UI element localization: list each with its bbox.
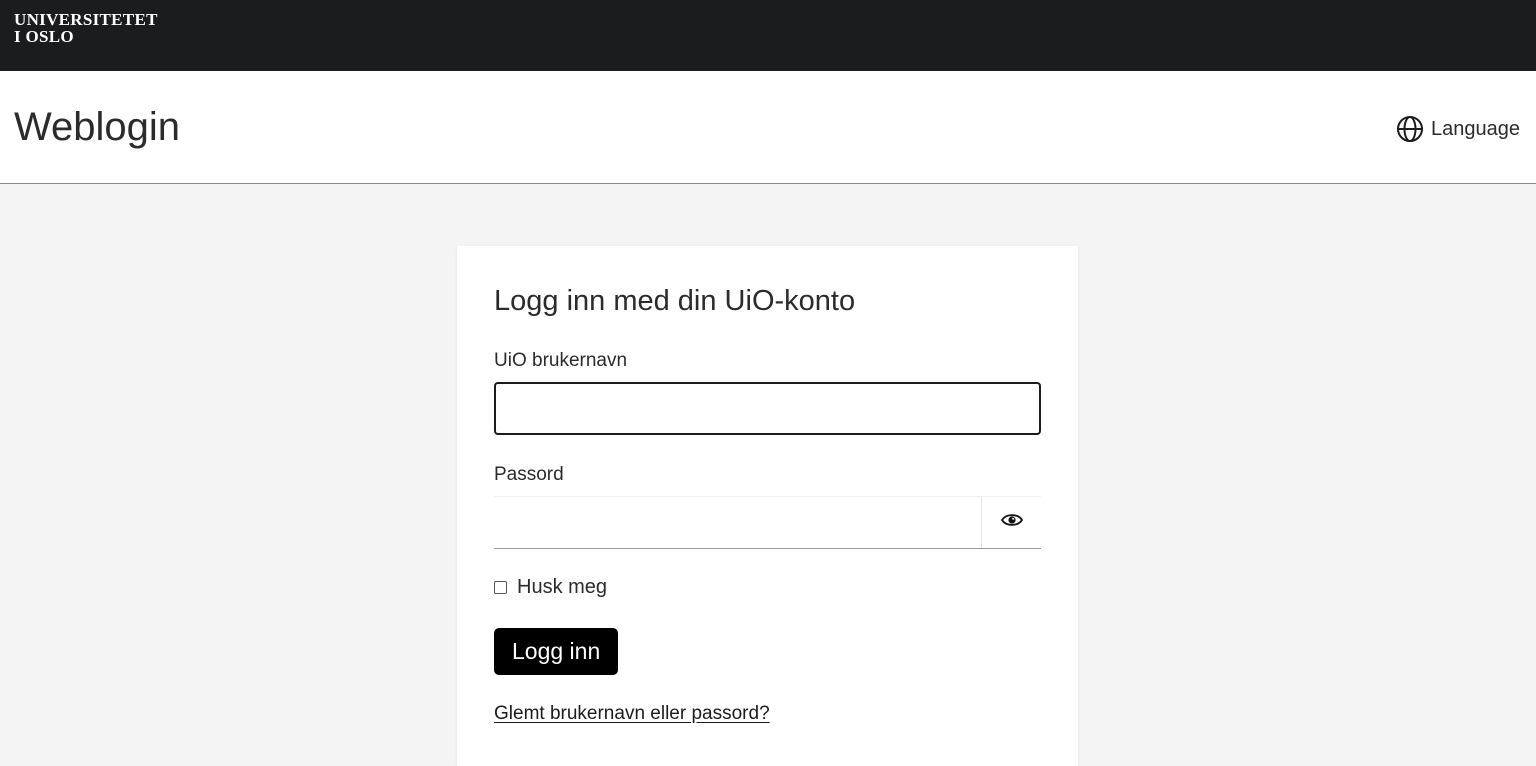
login-heading: Logg inn med din UiO-konto: [494, 285, 856, 317]
page-header: Weblogin Language: [0, 71, 1536, 184]
university-logo[interactable]: UNIVERSITETET I OSLO: [14, 11, 158, 45]
show-password-button[interactable]: [981, 497, 1041, 548]
remember-checkbox[interactable]: [494, 581, 507, 594]
logo-line-2: I OSLO: [14, 27, 74, 46]
globe-icon: [1396, 115, 1424, 143]
forgot-credentials-link[interactable]: Glemt brukernavn eller passord?: [494, 703, 770, 725]
login-button[interactable]: Logg inn: [494, 628, 619, 675]
login-card: Logg inn med din UiO-konto UiO brukernav…: [457, 246, 1078, 766]
password-field: [494, 496, 1041, 549]
username-input[interactable]: [494, 382, 1041, 435]
logo-line-1: UNIVERSITETET: [14, 10, 158, 29]
top-bar: UNIVERSITETET I OSLO: [0, 0, 1536, 71]
remember-me[interactable]: Husk meg: [494, 576, 607, 599]
page-title: Weblogin: [14, 105, 181, 149]
language-button[interactable]: Language: [1396, 115, 1520, 143]
password-input[interactable]: [494, 497, 981, 548]
remember-label: Husk meg: [517, 576, 608, 598]
eye-icon: [1000, 513, 1023, 532]
password-label: Passord: [494, 464, 564, 485]
language-label: Language: [1431, 117, 1520, 140]
username-label: UiO brukernavn: [494, 350, 628, 371]
